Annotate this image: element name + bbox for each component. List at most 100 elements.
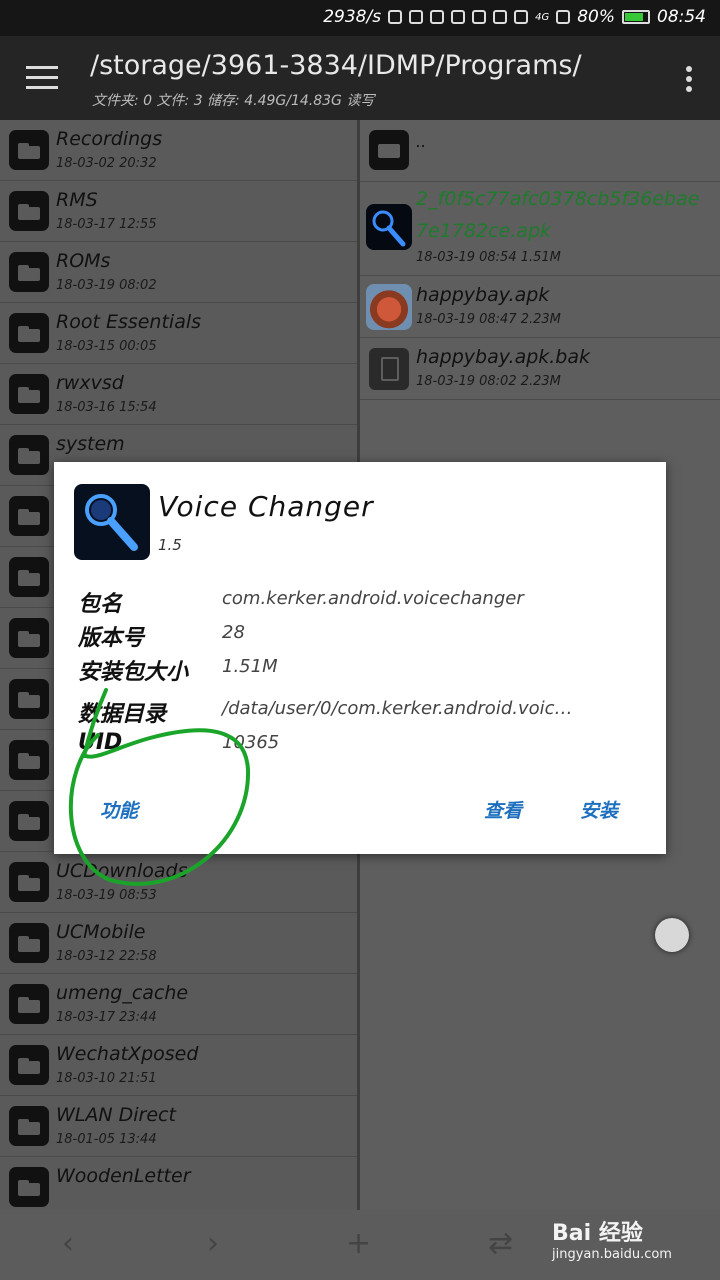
folder-row[interactable]: ROMs 18-03-19 08:02 xyxy=(0,242,357,303)
folder-date: 18-03-17 23:44 xyxy=(56,1010,157,1025)
app-name: Voice Changer xyxy=(158,490,374,523)
folder-row[interactable]: UCDownloads 18-03-19 08:53 xyxy=(0,852,357,913)
folder-name: umeng_cache xyxy=(56,982,189,1004)
file-date: 18-03-19 08:47 2.23M xyxy=(416,312,561,327)
folder-name: WechatXposed xyxy=(56,1043,199,1065)
folder-icon xyxy=(9,1167,49,1207)
file-date: 18-03-19 08:02 2.23M xyxy=(416,374,561,389)
folder-date: 18-03-16 15:54 xyxy=(56,400,157,415)
cast-icon xyxy=(409,10,424,24)
folder-row[interactable]: umeng_cache 18-03-17 23:44 xyxy=(0,974,357,1035)
hd-icon xyxy=(472,10,487,24)
menu-icon[interactable] xyxy=(26,66,58,89)
version-code-value: 28 xyxy=(222,622,245,643)
watermark-url: jingyan.baidu.com xyxy=(552,1247,672,1262)
folder-name: UCMobile xyxy=(56,921,146,943)
parent-folder-row[interactable]: .. xyxy=(360,120,720,182)
package-size-value: 1.51M xyxy=(222,656,278,677)
package-name-label: 包名 xyxy=(78,592,123,617)
parent-folder-label: .. xyxy=(416,132,427,151)
folder-icon xyxy=(9,313,49,353)
folder-icon xyxy=(9,374,49,414)
folder-icon xyxy=(369,130,409,170)
back-button[interactable]: ‹ xyxy=(62,1226,74,1261)
folder-row[interactable]: WechatXposed 18-03-10 21:51 xyxy=(0,1035,357,1096)
folder-icon xyxy=(9,618,49,658)
package-size-label: 安装包大小 xyxy=(78,660,189,685)
swap-panes-button[interactable]: ⇄ xyxy=(488,1226,513,1261)
folder-name: UCDownloads xyxy=(56,860,188,882)
folder-row[interactable]: rwxvsd 18-03-16 15:54 xyxy=(0,364,357,425)
folder-name: ROMs xyxy=(56,250,111,272)
folder-date: 18-03-10 21:51 xyxy=(56,1071,157,1086)
folder-row[interactable]: Root Essentials 18-03-15 00:05 xyxy=(0,303,357,364)
data-dir-label: 数据目录 xyxy=(78,702,167,727)
folder-icon xyxy=(9,862,49,902)
folder-icon xyxy=(9,984,49,1024)
view-button[interactable]: 查看 xyxy=(484,796,522,823)
watermark-brand: Bai 经验 xyxy=(552,1221,643,1246)
version-code-label: 版本号 xyxy=(78,626,145,651)
clock: 08:54 xyxy=(657,7,706,27)
folder-icon xyxy=(9,740,49,780)
install-button[interactable]: 安装 xyxy=(580,796,618,823)
app-info-dialog: Voice Changer 1.5 包名 com.kerker.android.… xyxy=(54,462,666,854)
folder-icon xyxy=(9,923,49,963)
status-bar: 2938/s 4G 80% 08:54 xyxy=(0,0,720,36)
add-button[interactable]: + xyxy=(346,1226,371,1261)
folder-icon xyxy=(9,496,49,536)
folder-name: Root Essentials xyxy=(56,311,202,333)
uid-value: 10365 xyxy=(222,732,280,753)
folder-name: RMS xyxy=(56,189,98,211)
forward-button[interactable]: › xyxy=(207,1226,219,1261)
function-button[interactable]: 功能 xyxy=(100,796,138,823)
current-path: /storage/3961-3834/IDMP/Programs/ xyxy=(90,50,582,81)
folder-row[interactable]: Recordings 18-03-02 20:32 xyxy=(0,120,357,181)
voice-changer-icon xyxy=(74,484,150,560)
network-type: 4G xyxy=(535,11,550,23)
package-name-value: com.kerker.android.voicechanger xyxy=(222,588,524,609)
folder-icon xyxy=(9,435,49,475)
folder-date: 18-01-05 13:44 xyxy=(56,1132,157,1147)
mute-icon xyxy=(430,10,445,24)
more-options-icon[interactable] xyxy=(686,66,692,96)
folder-row[interactable]: WLAN Direct 18-01-05 13:44 xyxy=(0,1096,357,1157)
folder-date: 18-03-17 12:55 xyxy=(56,217,157,232)
folder-name: WLAN Direct xyxy=(56,1104,176,1126)
battery-percent: 80% xyxy=(577,7,615,27)
document-icon xyxy=(369,348,409,390)
folder-icon xyxy=(9,1106,49,1146)
folder-icon xyxy=(9,557,49,597)
app-version: 1.5 xyxy=(158,536,182,554)
network-speed: 2938/s xyxy=(323,7,382,27)
folder-icon xyxy=(9,679,49,719)
folder-icon xyxy=(9,191,49,231)
file-row[interactable]: happybay.apk.bak 18-03-19 08:02 2.23M xyxy=(360,338,720,400)
key-icon xyxy=(493,10,508,24)
file-name: happybay.apk.bak xyxy=(416,346,591,368)
baidu-watermark: Bai 经验 jingyan.baidu.com xyxy=(552,1215,672,1262)
voice-changer-app-icon xyxy=(366,204,412,250)
folder-name: rwxvsd xyxy=(56,372,124,394)
folder-icon xyxy=(9,801,49,841)
alarm-icon xyxy=(451,10,466,24)
folder-date: 18-03-15 00:05 xyxy=(56,339,157,354)
folder-row[interactable]: RMS 18-03-17 12:55 xyxy=(0,181,357,242)
folder-date: 18-03-12 22:58 xyxy=(56,949,157,964)
signal-icon xyxy=(556,10,571,24)
folder-name: Recordings xyxy=(56,128,163,150)
folder-date: 18-03-02 20:32 xyxy=(56,156,157,171)
folder-name: WoodenLetter xyxy=(56,1165,191,1187)
headset-icon xyxy=(388,10,403,24)
folder-row[interactable]: WoodenLetter xyxy=(0,1157,357,1210)
file-row[interactable]: 2_f0f5c77afc0378cb5f36ebae 7e1782ce.apk … xyxy=(360,182,720,276)
file-row[interactable]: happybay.apk 18-03-19 08:47 2.23M xyxy=(360,276,720,338)
uid-label: UID xyxy=(78,730,123,755)
folder-date: 18-03-19 08:53 xyxy=(56,888,157,903)
toolbar: /storage/3961-3834/IDMP/Programs/ 文件夹: 0… xyxy=(0,36,720,120)
folder-date: 18-03-19 08:02 xyxy=(56,278,157,293)
data-dir-value: /data/user/0/com.kerker.android.voic… xyxy=(222,698,573,719)
floating-action-button[interactable] xyxy=(655,918,689,952)
folder-row[interactable]: UCMobile 18-03-12 22:58 xyxy=(0,913,357,974)
file-name-line1: 2_f0f5c77afc0378cb5f36ebae xyxy=(416,188,700,210)
